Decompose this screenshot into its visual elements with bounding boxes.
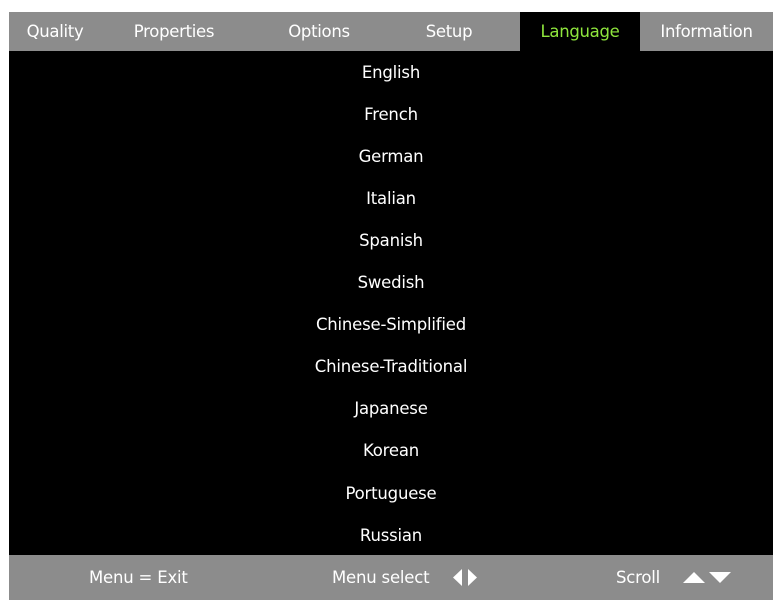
language-option-korean[interactable]: Korean bbox=[9, 438, 773, 464]
tab-options[interactable]: Options bbox=[269, 12, 369, 51]
language-option-chinese-simplified[interactable]: Chinese-Simplified bbox=[9, 312, 773, 338]
language-option-spanish[interactable]: Spanish bbox=[9, 228, 773, 254]
language-option-italian[interactable]: Italian bbox=[9, 186, 773, 212]
language-option-russian[interactable]: Russian bbox=[9, 523, 773, 549]
language-option-english[interactable]: English bbox=[9, 60, 773, 86]
up-down-arrows-icon bbox=[683, 555, 733, 600]
language-option-swedish[interactable]: Swedish bbox=[9, 270, 773, 296]
language-option-portuguese[interactable]: Portuguese bbox=[9, 481, 773, 507]
tab-bar: Quality Properties Options Setup Languag… bbox=[9, 12, 773, 51]
tab-properties[interactable]: Properties bbox=[113, 12, 235, 51]
exit-hint: Menu = Exit bbox=[89, 568, 188, 587]
language-option-japanese[interactable]: Japanese bbox=[9, 396, 773, 422]
language-option-chinese-traditional[interactable]: Chinese-Traditional bbox=[9, 354, 773, 380]
language-option-german[interactable]: German bbox=[9, 144, 773, 170]
tab-information[interactable]: Information bbox=[640, 12, 773, 51]
osd-menu: Quality Properties Options Setup Languag… bbox=[9, 12, 773, 600]
footer-hint-bar: Menu = Exit Menu select Scroll bbox=[9, 555, 773, 600]
tab-language[interactable]: Language bbox=[520, 12, 640, 51]
select-hint: Menu select bbox=[332, 568, 430, 587]
tab-setup[interactable]: Setup bbox=[401, 12, 497, 51]
tab-quality[interactable]: Quality bbox=[9, 12, 101, 51]
language-list: English French German Italian Spanish Sw… bbox=[9, 51, 773, 555]
language-option-french[interactable]: French bbox=[9, 102, 773, 128]
left-right-arrows-icon bbox=[453, 555, 477, 600]
scroll-hint: Scroll bbox=[616, 568, 661, 587]
